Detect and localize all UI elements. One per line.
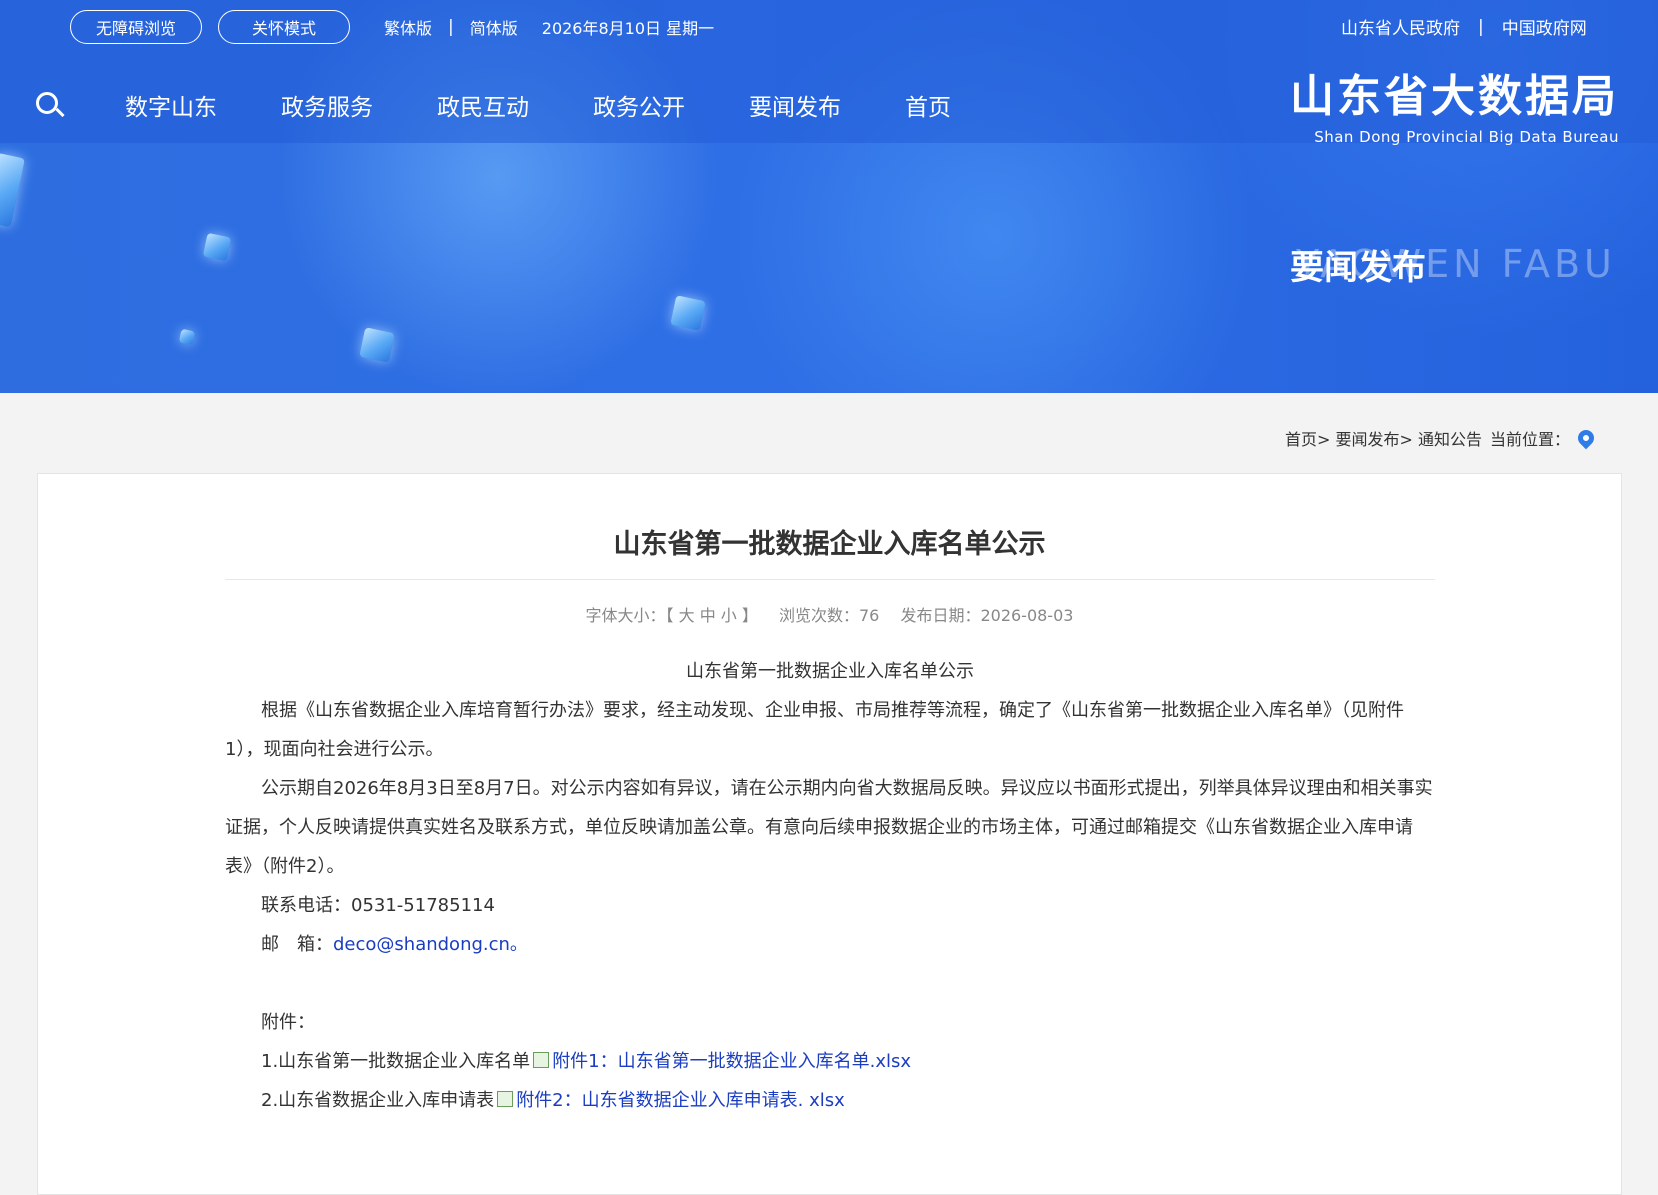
decorative-cube (178, 328, 196, 346)
email-label: 邮 箱： (261, 934, 333, 955)
breadcrumb: 首页> 要闻发布> 通知公告 当前位置： (1285, 426, 1598, 450)
decorative-cube (359, 327, 395, 363)
breadcrumb-path[interactable]: 首页> 要闻发布> 通知公告 (1285, 426, 1482, 450)
sd-gov-link[interactable]: 山东省人民政府 (1341, 14, 1460, 39)
topbar-right: 山东省人民政府 | 中国政府网 (1341, 14, 1587, 40)
accessibility-button[interactable]: 无障碍浏览 (70, 10, 202, 44)
header-banner (0, 0, 1658, 393)
xlsx-file-icon (533, 1052, 550, 1068)
simplified-link[interactable]: 简体版 (470, 15, 518, 39)
nav-home[interactable]: 首页 (905, 88, 951, 122)
article-subtitle: 山东省第一批数据企业入库名单公示 (686, 661, 974, 682)
site-name: 山东省大数据局 (1290, 71, 1619, 122)
attachment-name: 1.山东省第一批数据企业入库名单 (261, 1051, 531, 1072)
attachment-link[interactable]: 附件1：山东省第一批数据企业入库名单.xlsx (552, 1051, 911, 1072)
decorative-cube (0, 152, 25, 228)
main-nav: 数字山东 政务服务 政民互动 政务公开 要闻发布 首页 (125, 88, 951, 122)
care-mode-button[interactable]: 关怀模式 (218, 10, 350, 44)
site-name-en: Shan Dong Provincial Big Data Bureau (1314, 128, 1619, 146)
search-icon[interactable] (36, 92, 58, 114)
location-pin-icon (1574, 426, 1598, 450)
paragraph: 根据《山东省数据企业入库培育暂行办法》要求，经主动发现、企业申报、市局推荐等流程… (225, 700, 1404, 760)
date-text: 2026年8月10日 星期一 (541, 19, 715, 38)
nav-open-gov[interactable]: 政务公开 (593, 88, 685, 122)
contact-email: 邮 箱：deco@shandong.cn。 (225, 925, 1435, 964)
separator: | (448, 17, 454, 37)
decorative-cube (202, 232, 232, 262)
china-gov-link[interactable]: 中国政府网 (1502, 14, 1587, 39)
title-divider (225, 579, 1435, 580)
article-body: 山东省第一批数据企业入库名单公示 根据《山东省数据企业入库培育暂行办法》要求，经… (225, 652, 1435, 1120)
traditional-link[interactable]: 繁体版 (384, 15, 432, 39)
decorative-cube (670, 295, 706, 331)
xlsx-file-icon (497, 1091, 514, 1107)
breadcrumb-label: 当前位置： (1490, 430, 1571, 449)
paragraph: 公示期自2026年8月3日至8月7日。对公示内容如有异议，请在公示期内向省大数据… (225, 778, 1433, 877)
publish-date: 发布日期：2026-08-03 (900, 606, 1074, 625)
separator: | (1478, 16, 1484, 37)
attachment-link[interactable]: 附件2：山东省数据企业入库申请表. xlsx (516, 1090, 845, 1111)
attachments-label: 附件： (261, 1012, 315, 1033)
site-logo[interactable]: 山东省大数据局 Shan Dong Provincial Big Data Bu… (1290, 60, 1619, 146)
article-meta: 字体大小：【 大 中 小 】 浏览次数：76 发布日期：2026-08-03 (38, 602, 1621, 626)
email-link[interactable]: deco@shandong.cn。 (333, 934, 528, 955)
nav-gov-service[interactable]: 政务服务 (281, 88, 373, 122)
article-card: 山东省第一批数据企业入库名单公示 字体大小：【 大 中 小 】 浏览次数：76 … (37, 473, 1622, 1195)
font-size-control[interactable]: 字体大小：【 大 中 小 】 (586, 606, 758, 625)
attachment-item: 1.山东省第一批数据企业入库名单 附件1：山东省第一批数据企业入库名单.xlsx (225, 1042, 1435, 1081)
contact-phone: 联系电话：0531-51785114 (261, 895, 495, 916)
section-title: 要闻发布 (1290, 248, 1426, 288)
nav-news[interactable]: 要闻发布 (749, 88, 841, 122)
topbar-left: 无障碍浏览 关怀模式 繁体版 | 简体版 2026年8月10日 星期一 (70, 10, 714, 44)
attachment-item: 2.山东省数据企业入库申请表 附件2：山东省数据企业入库申请表. xlsx (225, 1081, 1435, 1120)
article-title: 山东省第一批数据企业入库名单公示 (613, 529, 1046, 560)
attachment-name: 2.山东省数据企业入库申请表 (261, 1090, 495, 1111)
nav-digital-shandong[interactable]: 数字山东 (125, 88, 217, 122)
nav-interaction[interactable]: 政民互动 (437, 88, 529, 122)
view-count: 浏览次数：76 (778, 606, 880, 625)
